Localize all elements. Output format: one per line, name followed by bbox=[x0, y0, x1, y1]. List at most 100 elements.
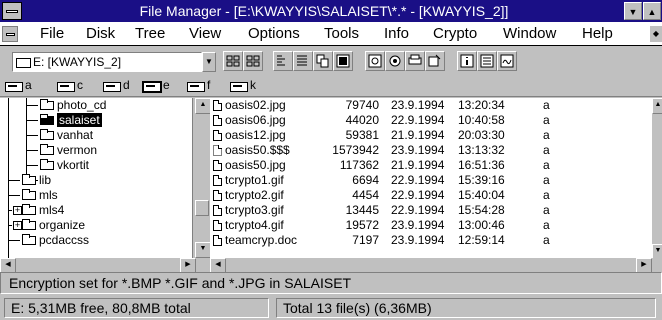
scroll-down-icon[interactable]: ▼ bbox=[195, 242, 211, 258]
menu-disk[interactable]: Disk bbox=[86, 25, 115, 42]
menu-tree[interactable]: Tree bbox=[135, 25, 165, 42]
disconnect-network-drive-button[interactable] bbox=[243, 51, 263, 71]
network-drive-icon bbox=[187, 82, 205, 92]
file-row[interactable]: tcrypto1.gif 6694 22.9.1994 15:39:16 a bbox=[210, 173, 652, 188]
file-row[interactable]: oasis06.jpg 44020 22.9.1994 10:40:58 a bbox=[210, 113, 652, 128]
drive-k[interactable]: k bbox=[230, 78, 270, 94]
file-row[interactable]: oasis12.jpg 59381 21.9.1994 20:03:30 a bbox=[210, 128, 652, 143]
file-row[interactable]: oasis02.jpg 79740 23.9.1994 13:20:34 a bbox=[210, 98, 652, 113]
file-row[interactable]: teamcryp.doc 7197 23.9.1994 12:59:14 a bbox=[210, 233, 652, 248]
menu-crypto[interactable]: Crypto bbox=[433, 25, 477, 42]
file-icon bbox=[213, 235, 222, 246]
file-icon bbox=[213, 100, 222, 111]
hard-drive-icon bbox=[57, 82, 75, 92]
tree-horizontal-scrollbar[interactable]: ◀ ▶ bbox=[0, 258, 210, 274]
file-name: oasis12.jpg bbox=[225, 128, 286, 142]
file-attr: a bbox=[543, 173, 550, 187]
menu-view[interactable]: View bbox=[189, 25, 221, 42]
file-size: 79740 bbox=[345, 98, 379, 112]
file-size: 1573942 bbox=[332, 143, 379, 157]
properties-button[interactable] bbox=[425, 51, 445, 71]
properties-icon bbox=[428, 54, 441, 67]
info-button[interactable] bbox=[457, 51, 477, 71]
file-size: 117362 bbox=[339, 158, 379, 172]
minimize-button[interactable]: ▼ bbox=[624, 2, 642, 20]
restore-button[interactable]: ◆ bbox=[650, 26, 662, 42]
file-date: 22.9.1994 bbox=[391, 113, 445, 127]
file-row[interactable]: tcrypto2.gif 4454 22.9.1994 15:40:04 a bbox=[210, 188, 652, 203]
tree-item-label: salaiset bbox=[57, 113, 102, 127]
copy-icon bbox=[316, 54, 329, 68]
move-icon bbox=[336, 54, 350, 68]
file-size: 59381 bbox=[345, 128, 379, 142]
file-icon bbox=[213, 205, 222, 216]
tree-item-label: photo_cd bbox=[57, 98, 107, 112]
network-drive-icon bbox=[226, 55, 240, 67]
file-time: 12:59:14 bbox=[458, 233, 505, 247]
large-icons-button[interactable] bbox=[273, 51, 293, 71]
expand-icon[interactable]: + bbox=[13, 221, 22, 230]
search-button[interactable] bbox=[365, 51, 385, 71]
file-icon bbox=[213, 115, 222, 126]
drive-a[interactable]: a bbox=[5, 78, 45, 94]
floppy-drive-icon bbox=[5, 82, 23, 92]
file-icon bbox=[213, 220, 222, 231]
drive-f[interactable]: f bbox=[187, 78, 227, 94]
file-horizontal-scrollbar[interactable]: ◀ ▶ bbox=[210, 258, 662, 274]
file-attr: a bbox=[543, 98, 550, 112]
file-icon bbox=[213, 160, 222, 171]
menu-help[interactable]: Help bbox=[582, 25, 613, 42]
file-time: 15:54:28 bbox=[458, 203, 505, 217]
drive-c[interactable]: c bbox=[57, 78, 97, 94]
folder-icon bbox=[22, 204, 36, 215]
title-bar[interactable]: File Manager - [E:\KWAYYIS\SALAISET\*.* … bbox=[0, 0, 662, 22]
drive-d[interactable]: d bbox=[103, 78, 143, 94]
file-list[interactable]: oasis02.jpg 79740 23.9.1994 13:20:34 a oasis… bbox=[210, 98, 652, 258]
copy-button[interactable] bbox=[313, 51, 333, 71]
directory-tree[interactable]: photo_cd salaiset vanhat vermon vkortit … bbox=[0, 98, 193, 258]
maximize-button[interactable]: ▲ bbox=[643, 2, 661, 20]
crypto-button[interactable] bbox=[497, 51, 517, 71]
menu-file[interactable]: File bbox=[40, 25, 64, 42]
run-button[interactable] bbox=[385, 51, 405, 71]
file-icon bbox=[213, 175, 222, 186]
menu-info[interactable]: Info bbox=[384, 25, 409, 42]
scroll-up-icon[interactable]: ▲ bbox=[195, 98, 211, 114]
document-system-menu-icon bbox=[6, 33, 15, 36]
file-date: 22.9.1994 bbox=[391, 203, 445, 217]
drive-select[interactable]: E: [KWAYYIS_2] bbox=[12, 52, 202, 72]
file-icon bbox=[213, 190, 222, 201]
file-time: 10:40:58 bbox=[458, 113, 505, 127]
menu-tools[interactable]: Tools bbox=[324, 25, 359, 42]
details-button[interactable] bbox=[477, 51, 497, 71]
move-button[interactable] bbox=[333, 51, 353, 71]
search-icon bbox=[368, 54, 382, 68]
expand-icon[interactable]: + bbox=[13, 206, 22, 215]
file-row[interactable]: oasis50.jpg 117362 21.9.1994 16:51:36 a bbox=[210, 158, 652, 173]
drive-dropdown-button[interactable]: ▼ bbox=[202, 52, 216, 72]
system-menu-button[interactable] bbox=[2, 2, 22, 20]
drive-e[interactable]: e bbox=[142, 78, 183, 94]
print-button[interactable] bbox=[405, 51, 425, 71]
file-row[interactable]: tcrypto4.gif 19572 23.9.1994 13:00:46 a bbox=[210, 218, 652, 233]
scroll-up-icon[interactable]: ▲ bbox=[652, 98, 662, 114]
file-name: oasis06.jpg bbox=[225, 113, 286, 127]
tree-scrollbar[interactable]: ▲ ▼ bbox=[194, 98, 211, 258]
file-time: 13:13:32 bbox=[458, 143, 505, 157]
file-time: 13:00:46 bbox=[458, 218, 505, 232]
file-row[interactable]: tcrypto3.gif 13445 22.9.1994 15:54:28 a bbox=[210, 203, 652, 218]
tree-scroll-thumb[interactable] bbox=[195, 200, 209, 216]
document-system-menu-button[interactable] bbox=[2, 26, 18, 42]
folder-icon bbox=[40, 129, 54, 140]
file-row[interactable]: oasis50.$$$ 1573942 23.9.1994 13:13:32 a bbox=[210, 143, 652, 158]
folder-icon bbox=[22, 174, 36, 185]
file-scrollbar[interactable]: ▲ ▼ bbox=[652, 98, 662, 260]
file-time: 16:51:36 bbox=[458, 158, 505, 172]
file-name: oasis50.jpg bbox=[225, 158, 286, 172]
connect-network-drive-button[interactable] bbox=[223, 51, 243, 71]
list-view-button[interactable] bbox=[293, 51, 313, 71]
menu-window[interactable]: Window bbox=[503, 25, 556, 42]
tree-item-label: vanhat bbox=[57, 128, 94, 142]
hard-drive-icon bbox=[142, 81, 162, 93]
menu-options[interactable]: Options bbox=[248, 25, 300, 42]
